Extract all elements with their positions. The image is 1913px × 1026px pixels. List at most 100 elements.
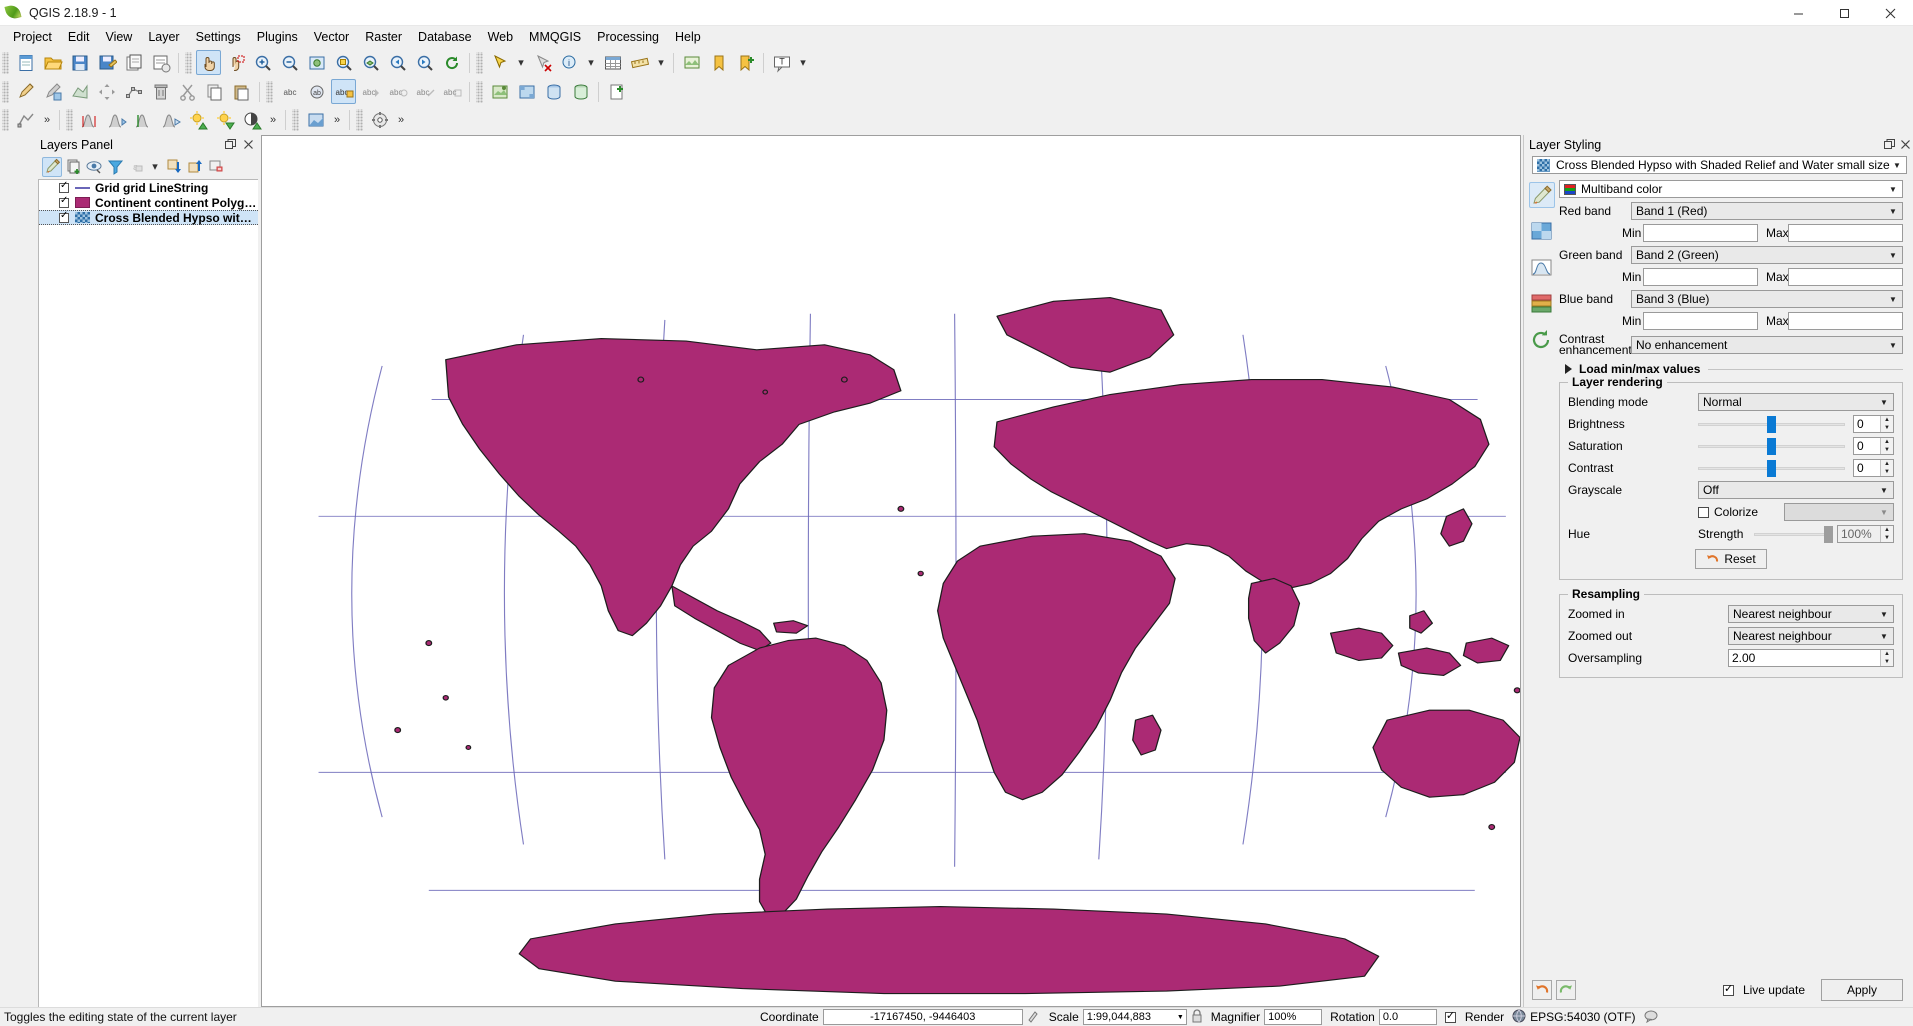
deselect-features-button[interactable] — [530, 50, 555, 75]
label-highlight-button[interactable]: abc — [331, 79, 356, 104]
menu-processing[interactable]: Processing — [589, 27, 667, 47]
row3-expand-arrow[interactable]: » — [39, 114, 55, 126]
strength-spinbox[interactable]: 100% ▲ ▼ — [1837, 525, 1894, 543]
zoom-last-button[interactable] — [385, 50, 410, 75]
colorize-color-combo[interactable]: ▼ — [1784, 503, 1894, 521]
layer-selector-combo[interactable]: Cross Blended Hypso with Shaded Relief a… — [1532, 156, 1907, 174]
chevron-down-icon[interactable]: ▼ — [1886, 251, 1900, 260]
label-tool-abc-4[interactable]: abc — [412, 79, 437, 104]
histogram-tab[interactable] — [1529, 254, 1555, 280]
brightness-spinbox[interactable]: 0 ▲ ▼ — [1853, 415, 1894, 433]
label-tool-abc-1[interactable]: abc — [277, 79, 302, 104]
processing-expand-arrow[interactable]: » — [393, 114, 409, 126]
blending-mode-combo[interactable]: Normal ▼ — [1698, 393, 1894, 411]
identify-features-button[interactable]: i — [557, 50, 582, 75]
label-pin-button[interactable]: ab — [304, 79, 329, 104]
maximize-button[interactable] — [1821, 0, 1867, 26]
label-tool-abc-2[interactable]: abc — [358, 79, 383, 104]
float-panel-button[interactable] — [1881, 137, 1897, 153]
chevron-down-icon[interactable]: ▼ — [1877, 610, 1891, 619]
symbology-tab[interactable] — [1528, 182, 1555, 208]
crs-group[interactable]: EPSG:54030 (OTF) — [1512, 1009, 1636, 1026]
contrast-adjust-button[interactable] — [239, 107, 264, 132]
select-features-button[interactable] — [487, 50, 512, 75]
oversampling-spinbox[interactable]: 2.00 ▲ ▼ — [1728, 649, 1894, 667]
scale-combo[interactable]: 1:99,044,883 ▼ — [1082, 1009, 1187, 1025]
saturation-slider[interactable] — [1698, 437, 1845, 455]
blue-band-combo[interactable]: Band 3 (Blue) ▼ — [1631, 290, 1903, 308]
toolbar-handle[interactable] — [356, 108, 363, 131]
mmqgis-expand-arrow[interactable]: » — [329, 114, 345, 126]
add-group-button[interactable] — [63, 157, 83, 177]
green-band-combo[interactable]: Band 2 (Green) ▼ — [1631, 246, 1903, 264]
undo-button[interactable] — [1532, 980, 1552, 1000]
zoomed-in-combo[interactable]: Nearest neighbour ▼ — [1728, 605, 1894, 623]
render-checkbox[interactable] — [1444, 1009, 1456, 1023]
map-canvas[interactable] — [261, 135, 1521, 1007]
close-button[interactable] — [1867, 0, 1913, 26]
lock-scale-icon[interactable] — [1191, 1008, 1203, 1026]
measure-line-button[interactable] — [627, 50, 652, 75]
toolbar-handle[interactable] — [2, 108, 9, 131]
measure-area-tool-button[interactable] — [13, 107, 38, 132]
toggle-editing-button[interactable] — [13, 79, 38, 104]
saturation-up-button[interactable]: ▲ — [1881, 438, 1893, 446]
toolbar-handle[interactable] — [476, 80, 483, 103]
brightness-down-button[interactable]: ▼ — [1881, 424, 1893, 432]
move-feature-button[interactable] — [94, 79, 119, 104]
node-tool-button[interactable] — [121, 79, 146, 104]
blue-max-input[interactable] — [1788, 312, 1903, 330]
histogram-stretch-button-3[interactable] — [131, 107, 156, 132]
colorize-checkbox[interactable] — [1698, 506, 1709, 518]
layer-visibility-checkbox[interactable] — [59, 210, 69, 223]
add-vector-layer-button[interactable] — [487, 79, 512, 104]
add-postgis-layer-button[interactable] — [541, 79, 566, 104]
chevron-down-icon[interactable]: ▼ — [1877, 398, 1891, 407]
load-minmax-section-header[interactable]: Load min/max values — [1565, 362, 1903, 376]
coordinate-value[interactable]: -17167450, -9446403 — [822, 1009, 1023, 1025]
chevron-down-icon[interactable]: ▼ — [1877, 632, 1891, 641]
contrast-spinbox[interactable]: 0 ▲ ▼ — [1853, 459, 1894, 477]
transparency-tab[interactable] — [1529, 218, 1555, 244]
strength-slider[interactable] — [1754, 525, 1833, 543]
rotation-value[interactable]: 0.0 — [1378, 1009, 1437, 1025]
zoomed-out-combo[interactable]: Nearest neighbour ▼ — [1728, 627, 1894, 645]
processing-toolbox-button[interactable] — [367, 107, 392, 132]
redo-button[interactable] — [1556, 980, 1576, 1000]
filter-dropdown-arrow[interactable]: ▾ — [147, 160, 163, 173]
grayscale-combo[interactable]: Off ▼ — [1698, 481, 1894, 499]
identify-dropdown-arrow[interactable]: ▾ — [583, 56, 599, 69]
menu-plugins[interactable]: Plugins — [249, 27, 306, 47]
chevron-down-icon[interactable]: ▼ — [1877, 508, 1891, 517]
messages-group[interactable] — [1644, 1009, 1658, 1026]
layer-visibility-checkbox[interactable] — [59, 180, 69, 193]
menu-settings[interactable]: Settings — [188, 27, 249, 47]
add-spatialite-layer-button[interactable] — [568, 79, 593, 104]
toolbar-handle[interactable] — [66, 108, 73, 131]
new-bookmark-button[interactable] — [733, 50, 758, 75]
copy-features-button[interactable] — [202, 79, 227, 104]
oversampling-down-button[interactable]: ▼ — [1881, 658, 1893, 666]
text-annotation-button[interactable]: T — [769, 50, 794, 75]
new-map-view-button[interactable] — [679, 50, 704, 75]
zoom-to-layer-button[interactable] — [358, 50, 383, 75]
save-project-button[interactable] — [67, 50, 92, 75]
chevron-down-icon[interactable]: ▼ — [1177, 1014, 1184, 1021]
label-tool-abc-5[interactable]: abc — [439, 79, 464, 104]
brightness-slider[interactable] — [1698, 415, 1845, 433]
decrease-brightness-button[interactable] — [212, 107, 237, 132]
strength-down-button[interactable]: ▼ — [1881, 534, 1893, 542]
save-project-as-button[interactable] — [94, 50, 119, 75]
brightness-up-button[interactable]: ▲ — [1881, 416, 1893, 424]
minimize-button[interactable] — [1775, 0, 1821, 26]
magnifier-value[interactable]: 100% — [1264, 1009, 1323, 1025]
filter-legend-by-map-content-button[interactable] — [105, 157, 125, 177]
measure-dropdown-arrow[interactable]: ▾ — [653, 56, 669, 69]
show-bookmarks-button[interactable] — [706, 50, 731, 75]
menu-layer[interactable]: Layer — [140, 27, 187, 47]
toolbar-handle[interactable] — [292, 108, 299, 131]
menu-help[interactable]: Help — [667, 27, 709, 47]
chevron-down-icon[interactable]: ▼ — [1886, 207, 1900, 216]
refresh-button[interactable] — [439, 50, 464, 75]
new-project-button[interactable] — [13, 50, 38, 75]
